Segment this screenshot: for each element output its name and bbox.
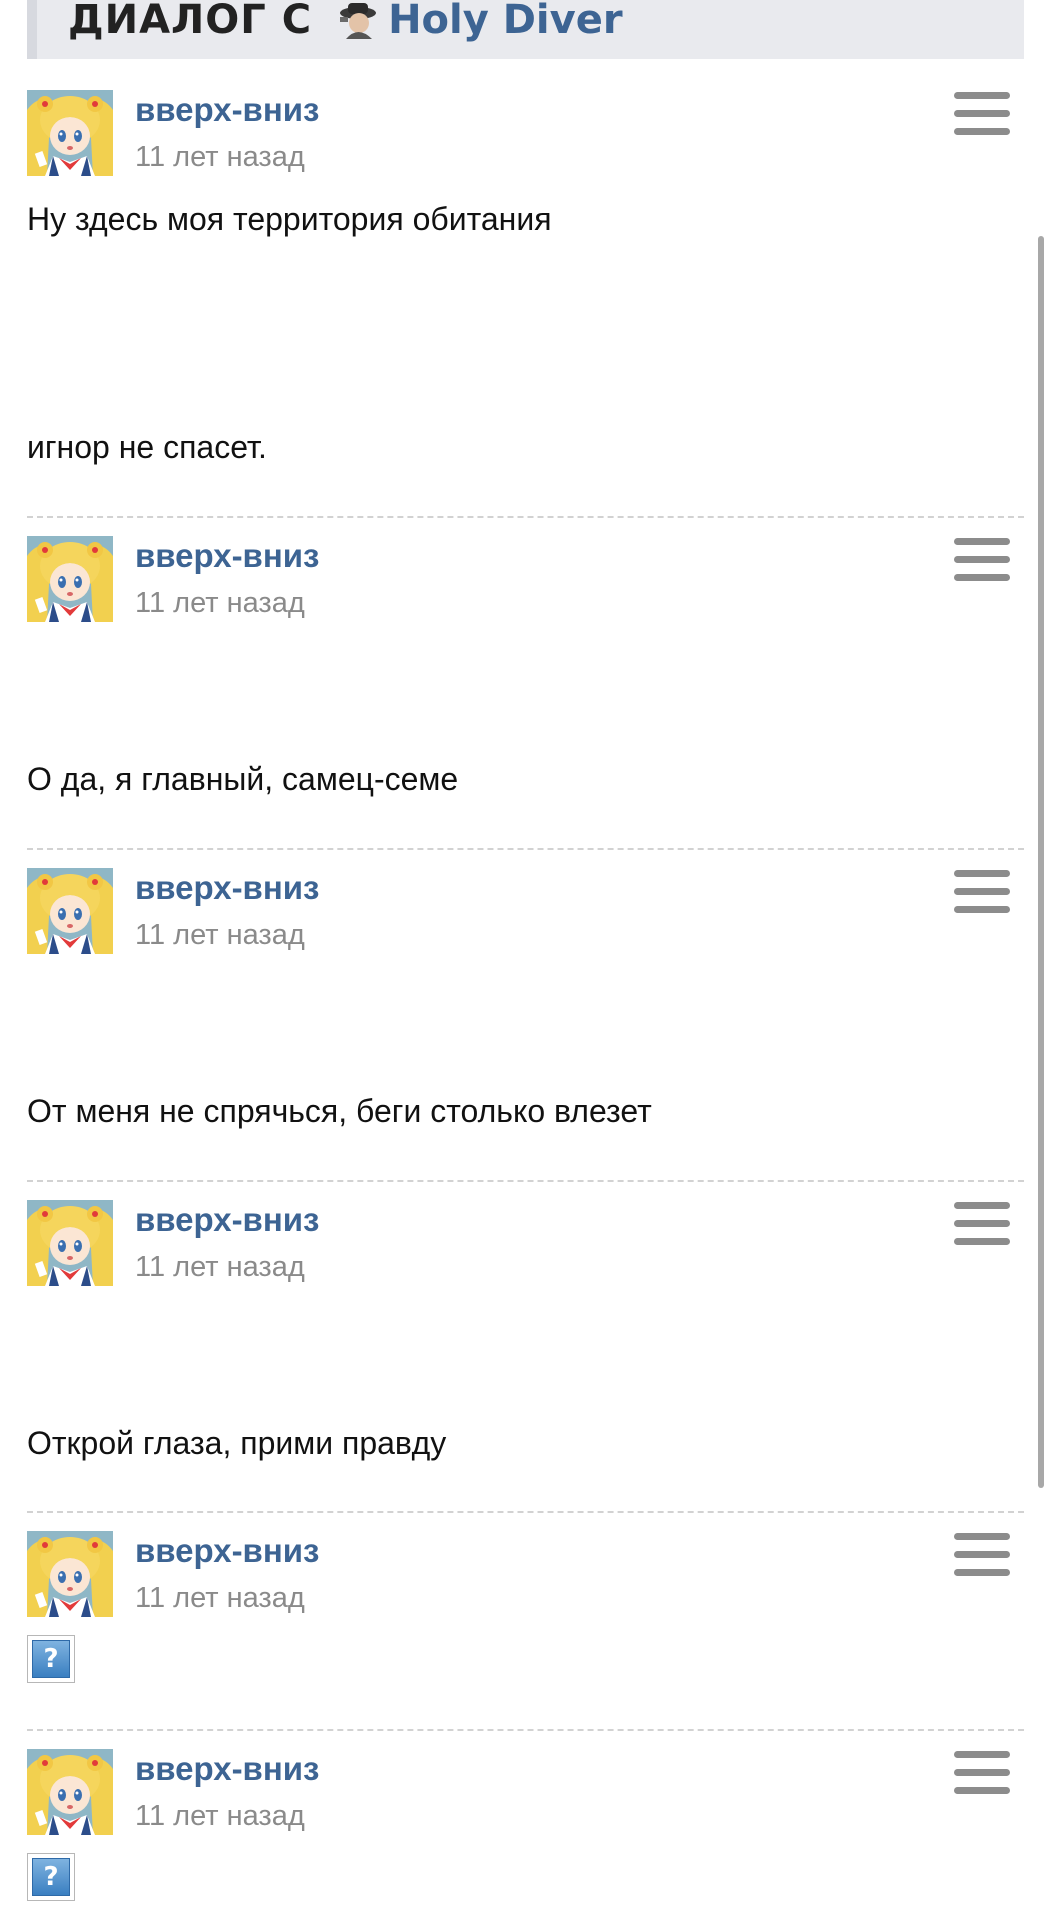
dialog-header: ДИАЛОГ С Holy Diver xyxy=(27,0,1024,59)
avatar[interactable] xyxy=(27,536,113,622)
post-timestamp[interactable]: 11 лет назад xyxy=(135,1581,305,1616)
menu-icon[interactable] xyxy=(954,1751,1010,1795)
post-text: Ну здесь моя территория обитания xyxy=(27,201,552,237)
post-divider xyxy=(27,1511,1024,1513)
post-timestamp[interactable]: 11 лет назад xyxy=(135,586,305,621)
post-timestamp[interactable]: 11 лет назад xyxy=(135,1799,305,1834)
avatar[interactable] xyxy=(27,868,113,954)
post-timestamp[interactable]: 11 лет назад xyxy=(135,918,305,953)
post-author-link[interactable]: вверх-вниз xyxy=(135,90,319,130)
post-author-link[interactable]: вверх-вниз xyxy=(135,868,319,908)
menu-icon[interactable] xyxy=(954,1202,1010,1246)
post-divider xyxy=(27,516,1024,518)
broken-image-icon[interactable]: ? xyxy=(27,1853,75,1901)
post-divider xyxy=(27,848,1024,850)
post-text: Открой глаза, прими правду xyxy=(27,1425,447,1461)
menu-icon[interactable] xyxy=(954,538,1010,582)
avatar[interactable] xyxy=(27,1749,113,1835)
post-author-link[interactable]: вверх-вниз xyxy=(135,536,319,576)
post-timestamp[interactable]: 11 лет назад xyxy=(135,1250,305,1285)
menu-icon[interactable] xyxy=(954,92,1010,136)
question-icon: ? xyxy=(32,1858,70,1896)
post-author-link[interactable]: вверх-вниз xyxy=(135,1531,319,1571)
scrollbar[interactable] xyxy=(1038,236,1044,1488)
post-author-link[interactable]: вверх-вниз xyxy=(135,1200,319,1240)
menu-icon[interactable] xyxy=(954,1533,1010,1577)
avatar[interactable] xyxy=(27,1531,113,1617)
broken-image-icon[interactable]: ? xyxy=(27,1635,75,1683)
post-divider xyxy=(27,1729,1024,1731)
avatar[interactable] xyxy=(27,90,113,176)
dialog-title: ДИАЛОГ С xyxy=(68,0,313,43)
question-icon: ? xyxy=(32,1640,70,1678)
post-divider xyxy=(27,1180,1024,1182)
user-avatar-icon[interactable] xyxy=(336,0,380,39)
dialog-user-link[interactable]: Holy Diver xyxy=(388,0,623,40)
post-text: От меня не спрячься, беги столько влезет xyxy=(27,1093,652,1129)
post-text: О да, я главный, самец-семе xyxy=(27,761,459,797)
post-author-link[interactable]: вверх-вниз xyxy=(135,1749,319,1789)
avatar[interactable] xyxy=(27,1200,113,1286)
post-text: игнор не спасет. xyxy=(27,429,267,465)
menu-icon[interactable] xyxy=(954,870,1010,914)
post-timestamp[interactable]: 11 лет назад xyxy=(135,140,305,175)
